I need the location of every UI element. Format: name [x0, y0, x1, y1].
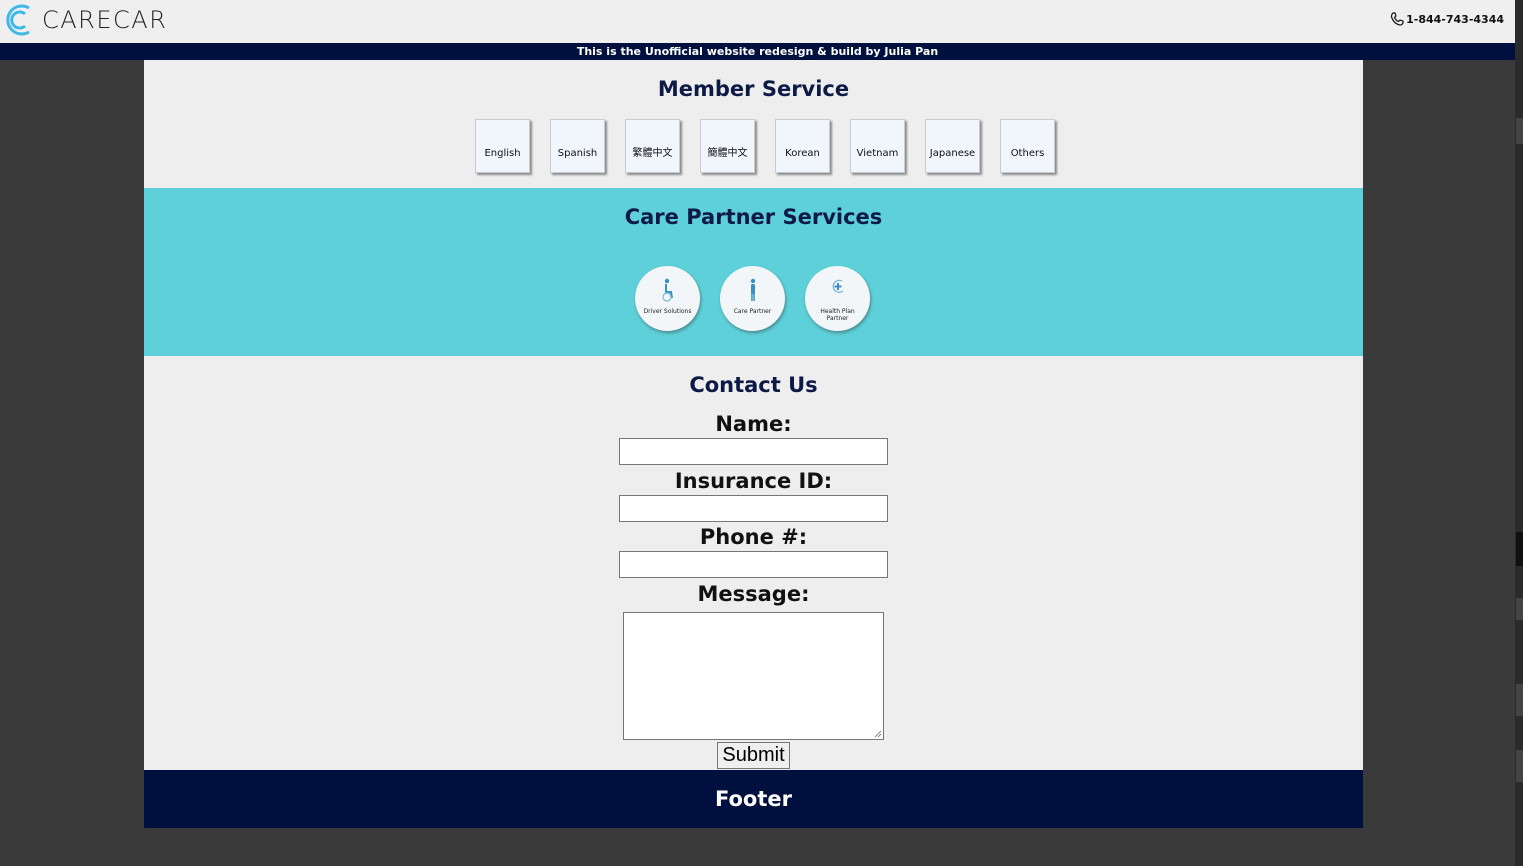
- service-circles: Driver Solutions Care Partner Health Pla…: [635, 266, 890, 331]
- disclaimer-banner: This is the Unofficial website redesign …: [0, 43, 1515, 60]
- message-textarea[interactable]: [623, 612, 884, 740]
- phone-number: 1-844-743-4344: [1406, 12, 1504, 26]
- phone-label: Phone #:: [699, 525, 808, 549]
- driver-solutions-button[interactable]: Driver Solutions: [635, 266, 700, 331]
- wheelchair-person-icon: [661, 278, 673, 302]
- member-service-section: Member Service English Spanish 繁體中文 簡體中文…: [144, 60, 1363, 188]
- language-button-traditional-chinese[interactable]: 繁體中文: [625, 119, 680, 173]
- main-content: Member Service English Spanish 繁體中文 簡體中文…: [144, 60, 1363, 828]
- right-scroll-edge: [1515, 0, 1523, 866]
- name-input[interactable]: [619, 438, 888, 465]
- phone-icon: [1391, 12, 1404, 26]
- language-buttons: English Spanish 繁體中文 簡體中文 Korean Vietnam…: [475, 119, 1075, 173]
- contact-title: Contact Us: [689, 373, 818, 397]
- language-button-vietnam[interactable]: Vietnam: [850, 119, 905, 173]
- phone-input[interactable]: [619, 551, 888, 578]
- language-button-korean[interactable]: Korean: [775, 119, 830, 173]
- edge-notch: [1516, 598, 1523, 620]
- resize-handle-icon[interactable]: [874, 730, 882, 738]
- health-plan-partner-label: Health Plan Partner: [820, 308, 855, 322]
- edge-notch: [1516, 118, 1523, 144]
- contact-section: Contact Us Name: Insurance ID: Phone #: …: [144, 356, 1363, 770]
- language-button-spanish[interactable]: Spanish: [550, 119, 605, 173]
- logo-text: CARECAR: [42, 6, 168, 34]
- health-plan-partner-button[interactable]: Health Plan Partner: [805, 266, 870, 331]
- standing-person-icon: [750, 278, 755, 301]
- language-button-english[interactable]: English: [475, 119, 530, 173]
- driver-solutions-label: Driver Solutions: [643, 308, 692, 315]
- top-header: CARECAR 1-844-743-4344: [0, 0, 1515, 43]
- edge-notch: [1516, 750, 1523, 782]
- logo[interactable]: CARECAR: [3, 0, 167, 40]
- member-service-title: Member Service: [657, 77, 850, 101]
- care-partner-label: Care Partner: [733, 308, 772, 315]
- insurance-id-input[interactable]: [619, 495, 888, 522]
- message-label: Message:: [697, 582, 810, 606]
- footer: Footer: [144, 770, 1363, 828]
- name-label: Name:: [715, 412, 792, 436]
- care-partner-button[interactable]: Care Partner: [720, 266, 785, 331]
- language-button-simplified-chinese[interactable]: 簡體中文: [700, 119, 755, 173]
- health-plus-icon: [832, 279, 843, 293]
- submit-button[interactable]: Submit: [717, 742, 790, 769]
- language-button-others[interactable]: Others: [1000, 119, 1055, 173]
- edge-notch: [1516, 532, 1523, 566]
- care-partner-section: Care Partner Services Driver Solutions C…: [144, 188, 1363, 356]
- language-button-japanese[interactable]: Japanese: [925, 119, 980, 173]
- care-partner-title: Care Partner Services: [624, 205, 883, 229]
- insurance-id-label: Insurance ID:: [674, 469, 833, 493]
- carecar-logo-icon: [6, 4, 30, 36]
- edge-notch: [1516, 684, 1523, 716]
- phone-link[interactable]: 1-844-743-4344: [1390, 12, 1504, 26]
